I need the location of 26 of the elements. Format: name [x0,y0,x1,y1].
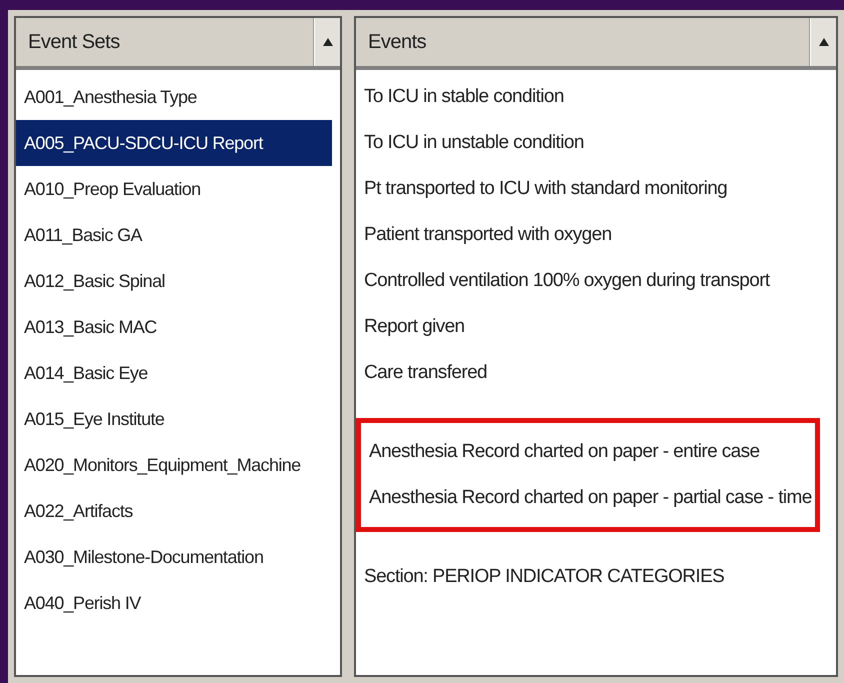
list-item[interactable]: A001_Anesthesia Type [16,74,332,120]
scroll-up-button[interactable] [810,18,836,66]
list-item[interactable]: A030_Milestone-Documentation [16,534,332,580]
list-item[interactable]: A005_PACU-SDCU-ICU Report [16,120,332,166]
list-item[interactable]: Care transfered [356,350,820,396]
list-item[interactable]: To ICU in unstable condition [356,120,820,166]
list-item[interactable]: To ICU in stable condition [356,74,820,120]
scroll-up-icon [818,38,828,46]
list-item[interactable]: A040_Perish IV [16,580,332,626]
list-item[interactable]: A020_Monitors_Equipment_Machine [16,442,332,488]
list-item[interactable]: Controlled ventilation 100% oxygen during transport [356,258,820,304]
scroll-up-button[interactable] [314,18,340,66]
list-item[interactable]: Patient transported with oxygen [356,212,820,258]
list-item[interactable]: A015_Eye Institute [16,396,332,442]
list-item[interactable]: A013_Basic MAC [16,304,332,350]
scroll-up-icon [322,38,332,46]
list-item[interactable]: A022_Artifacts [16,488,332,534]
list-item[interactable]: Report given [356,304,820,350]
list-item[interactable]: Anesthesia Record charted on paper - entire case [361,429,815,475]
list-item[interactable]: Pt transported to ICU with standard monitoring [356,166,820,212]
list-item[interactable]: Section: PERIOP INDICATOR CATEGORIES [356,554,820,600]
list-item[interactable]: Anesthesia Record charted on paper - partial case - time [361,475,815,521]
list-item[interactable]: A010_Preop Evaluation [16,166,332,212]
list-item[interactable]: A011_Basic GA [16,212,332,258]
list-item[interactable]: A012_Basic Spinal [16,258,332,304]
list-item[interactable]: A014_Basic Eye [16,350,332,396]
